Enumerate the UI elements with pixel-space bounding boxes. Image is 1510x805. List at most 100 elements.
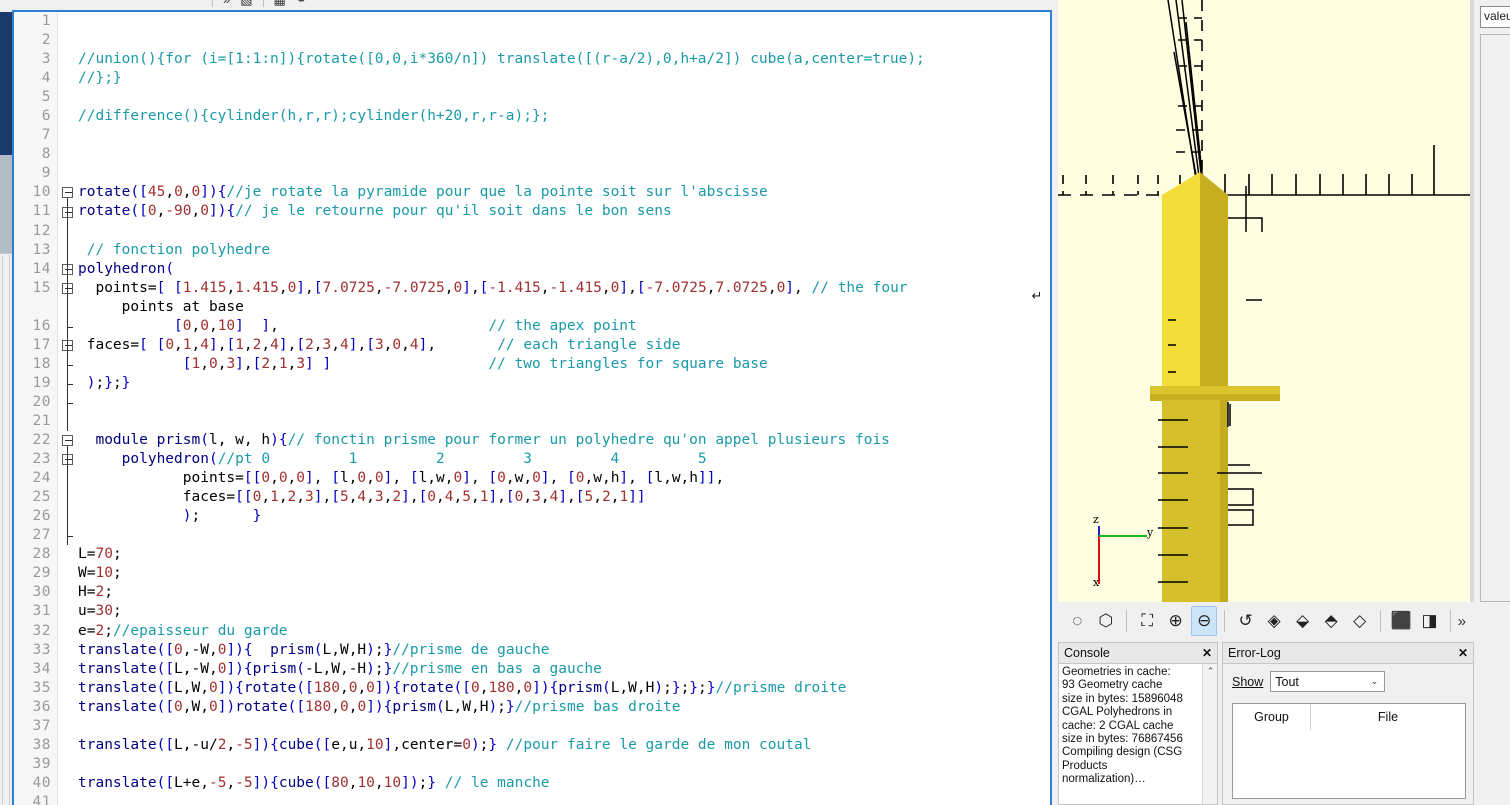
code-line[interactable]: translate([L,W,0]){rotate([180,0,0]){rot… xyxy=(78,679,1042,698)
line-number: 21 xyxy=(32,412,51,429)
code-line[interactable]: polyhedron(//pt 0 1 2 3 4 5 xyxy=(78,450,1042,469)
code-text-area[interactable]: //union(){for (i=[1:1:n]){rotate([0,0,i*… xyxy=(78,12,1042,805)
axis-gizmo: z x y xyxy=(1090,513,1160,594)
fold-tick xyxy=(67,403,73,404)
code-line[interactable]: faces=[ [0,1,4],[1,2,4],[2,3,4],[3,0,4],… xyxy=(78,336,1042,355)
line-number: 37 xyxy=(32,717,51,734)
code-line[interactable] xyxy=(78,145,1042,164)
code-line[interactable]: rotate([45,0,0]){//je rotate la pyramide… xyxy=(78,183,1042,202)
code-line[interactable]: points=[ [1.415,1.415,0],[7.0725,-7.0725… xyxy=(78,279,1042,298)
code-line[interactable]: translate([0,W,0])rotate([180,0,0]){pris… xyxy=(78,698,1042,717)
code-line[interactable]: u=30; xyxy=(78,602,1042,621)
code-line[interactable]: L=70; xyxy=(78,545,1042,564)
zoom-fit-icon[interactable]: ⛶ xyxy=(1134,606,1161,636)
line-number: 5 xyxy=(41,89,51,106)
line-number: 9 xyxy=(41,165,51,182)
close-icon[interactable]: ✕ xyxy=(1458,646,1468,660)
view-all-icon[interactable]: ⬡ xyxy=(1093,606,1120,636)
code-line[interactable]: W=10; xyxy=(78,564,1042,583)
zoom-out-icon[interactable]: ⊖ xyxy=(1190,606,1218,636)
animate-icon[interactable]: ◌ xyxy=(1064,606,1091,636)
code-line[interactable]: translate([L+e,-5,-5]){cube([80,10,10]);… xyxy=(78,774,1042,793)
fold-toggle-icon[interactable] xyxy=(62,187,73,199)
chevron-down-icon: ⌄ xyxy=(1370,676,1379,686)
reset-view-icon[interactable]: ↺ xyxy=(1232,606,1259,636)
export-icon[interactable]: ▧ xyxy=(240,0,252,8)
code-line[interactable]: e=2;//epaisseur du garde xyxy=(78,622,1042,641)
close-icon[interactable]: ✕ xyxy=(1202,646,1212,660)
code-line[interactable]: //difference(){cylinder(h,r,r);cylinder(… xyxy=(78,107,1042,126)
console-output[interactable]: Geometries in cache: 93 Geometry cache s… xyxy=(1058,664,1218,805)
scroll-up-icon[interactable]: ⌃ xyxy=(1203,664,1217,679)
error-log-panel[interactable]: Error-Log ✕ Show Tout ⌄ Group File xyxy=(1222,642,1474,805)
code-line[interactable] xyxy=(78,393,1042,412)
3d-viewport[interactable]: z x y xyxy=(1058,0,1470,602)
main-toolbar-icons: » ▧ ▦ ⚭ xyxy=(212,0,307,8)
code-line[interactable]: faces=[[0,1,2,3],[5,4,3,2],[0,4,5,1],[0,… xyxy=(78,488,1042,507)
code-line[interactable]: [0,0,10] ], // the apex point xyxy=(78,317,1042,336)
console-title-bar[interactable]: Console ✕ xyxy=(1058,642,1218,664)
preview-icon[interactable]: ▦ xyxy=(274,0,286,8)
toolbar-overflow-button[interactable]: » xyxy=(1458,613,1466,630)
fold-tick xyxy=(67,536,73,538)
fast-forward-icon[interactable]: » xyxy=(223,0,230,8)
code-line[interactable]: translate([0,-W,0]){ prism(L,W,H);}//pri… xyxy=(78,641,1042,660)
main-toolbar[interactable]: » ▧ ▦ ⚭ xyxy=(12,0,1052,10)
code-line[interactable] xyxy=(78,126,1042,145)
view-right-icon[interactable]: ◈ xyxy=(1261,606,1288,636)
view-bottom-icon[interactable]: ⬘ xyxy=(1318,606,1345,636)
code-line[interactable]: polyhedron( xyxy=(78,260,1042,279)
zoom-in-icon[interactable]: ⊕ xyxy=(1162,606,1189,636)
code-line[interactable]: translate([L,-W,0]){prism(-L,W,-H);}//pr… xyxy=(78,660,1042,679)
axis-y-line xyxy=(1099,535,1147,537)
error-log-table[interactable]: Group File xyxy=(1232,703,1466,799)
code-line[interactable]: translate([L,-u/2,-5]){cube([e,u,10],cen… xyxy=(78,736,1042,755)
line-number: 28 xyxy=(32,546,51,563)
toolbar-separator-icon xyxy=(212,0,213,7)
code-line[interactable]: points at base xyxy=(78,298,1042,317)
code-line[interactable] xyxy=(78,164,1042,183)
code-line[interactable]: [1,0,3],[2,1,3] ] // two triangles for s… xyxy=(78,355,1042,374)
code-line[interactable]: H=2; xyxy=(78,583,1042,602)
code-line[interactable] xyxy=(78,755,1042,774)
code-line[interactable]: rotate([0,-90,0]){// je le retourne pour… xyxy=(78,202,1042,221)
error-filter-select[interactable]: Tout ⌄ xyxy=(1270,671,1386,692)
code-editor[interactable]: 1 2 3 4 5 6 7 8 9 10 11 12 13 14 15 16 17 18 19 20 21 22 23 24 2… xyxy=(12,10,1052,805)
column-header-group[interactable]: Group xyxy=(1233,704,1311,730)
line-number: 10 xyxy=(32,184,51,201)
code-line[interactable]: module prism(l, w, h){// fonctin prisme … xyxy=(78,431,1042,450)
code-line[interactable] xyxy=(78,222,1042,241)
view-back-icon[interactable]: ◨ xyxy=(1416,606,1443,636)
code-line[interactable] xyxy=(78,526,1042,545)
dock-panel-inactive[interactable] xyxy=(0,155,12,253)
fold-toggle-icon[interactable] xyxy=(62,435,73,447)
column-header-file[interactable]: File xyxy=(1311,704,1465,730)
viewport-toolbar[interactable]: ◌ ⬡ ⛶ ⊕ ⊖ ↺ ◈ ⬙ ⬘ ◇ ⬛ ◨ » xyxy=(1058,602,1474,640)
code-folding-column[interactable] xyxy=(58,12,78,805)
code-line[interactable] xyxy=(78,88,1042,107)
editor-vertical-scrollbar[interactable] xyxy=(2,255,10,805)
code-line[interactable] xyxy=(78,793,1042,805)
code-line[interactable]: //union(){for (i=[1:1:n]){rotate([0,0,i*… xyxy=(78,50,1042,69)
code-line[interactable] xyxy=(78,412,1042,431)
error-log-title-bar[interactable]: Error-Log ✕ xyxy=(1222,642,1474,664)
code-line[interactable]: );};} xyxy=(78,374,1042,393)
line-number: 24 xyxy=(32,470,51,487)
code-line[interactable]: // fonction polyhedre xyxy=(78,241,1042,260)
render-icon[interactable]: ⚭ xyxy=(296,0,307,8)
code-line[interactable] xyxy=(78,717,1042,736)
view-left-icon[interactable]: ◇ xyxy=(1346,606,1373,636)
line-number: 11 xyxy=(32,203,51,220)
code-line[interactable]: //};} xyxy=(78,69,1042,88)
code-line[interactable] xyxy=(78,31,1042,50)
code-line[interactable] xyxy=(78,12,1042,31)
console-panel[interactable]: Console ✕ Geometries in cache: 93 Geomet… xyxy=(1058,642,1218,805)
dock-panel-active[interactable] xyxy=(0,12,12,155)
toolbar-separator xyxy=(1126,610,1127,632)
view-top-icon[interactable]: ⬙ xyxy=(1289,606,1316,636)
view-front-icon[interactable]: ⬛ xyxy=(1388,606,1415,636)
console-scrollbar[interactable]: ⌃ xyxy=(1202,664,1217,804)
code-line[interactable]: ); } xyxy=(78,507,1042,526)
code-line[interactable]: points=[[0,0,0], [l,0,0], [l,w,0], [0,w,… xyxy=(78,469,1042,488)
value-field[interactable]: valeu xyxy=(1480,6,1510,28)
